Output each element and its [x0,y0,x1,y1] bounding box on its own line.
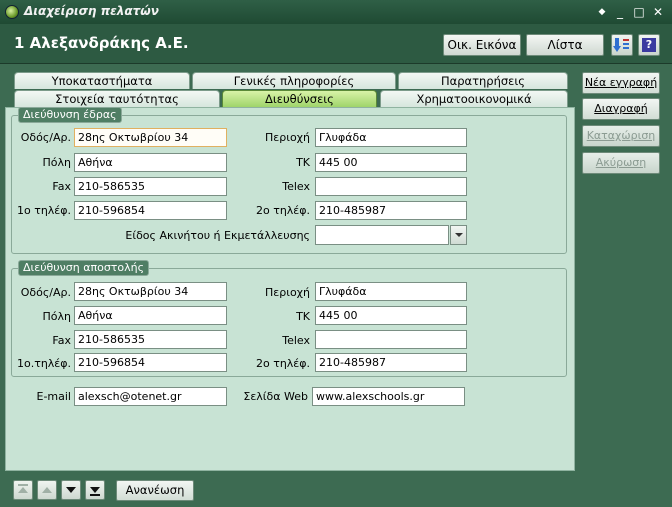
ship-street-field[interactable]: 28ης Οκτωβρίου 34 [74,282,227,301]
email-field[interactable]: alexsch@otenet.gr [74,387,227,406]
property-type-label: Είδος Ακινήτου ή Εκμετάλλευσης [125,229,310,242]
ship-telex-label: Telex [282,334,310,347]
new-record-button[interactable]: Νέα εγγραφή [582,72,660,94]
hq-telex-label: Telex [282,180,310,193]
app-icon [5,5,19,19]
ship-fax-field[interactable]: 210-586535 [74,330,227,349]
hq-street-field[interactable]: 28ης Οκτωβρίου 34 [74,128,227,147]
cancel-button[interactable]: Ακύρωση [582,152,660,174]
hq-city-label: Πόλη [42,156,71,169]
tab-notes[interactable]: Παρατηρήσεις [398,72,568,89]
hq-phone1-label: 1ο τηλέφ. [16,204,71,217]
close-icon[interactable]: ✕ [650,4,666,20]
list-button[interactable]: Λίστα [526,34,604,56]
maximize-icon[interactable]: □ [631,4,647,20]
ship-fax-label: Fax [52,334,71,347]
sort-icon[interactable] [611,34,633,56]
property-type-dropdown-button[interactable] [450,225,467,245]
ship-zip-label: ΤΚ [296,310,310,323]
hq-phone2-label: 2ο τηλέφ. [255,204,310,217]
hq-address-legend: Διεύθυνση έδρας [18,107,122,123]
hq-street-label: Οδός/Αρ. [20,131,71,144]
hq-zip-label: ΤΚ [296,156,310,169]
minimize-icon[interactable]: _ [612,4,628,20]
ship-phone1-field[interactable]: 210-596854 [74,353,227,372]
hq-area-field[interactable]: Γλυφάδα [315,128,467,147]
hq-area-label: Περιοχή [265,131,310,144]
record-header: 1 Αλεξανδράκης Α.Ε. Οικ. Εικόνα Λίστα ? [0,24,672,64]
ship-city-label: Πόλη [42,310,71,323]
hq-telex-field[interactable] [315,177,467,196]
delete-button[interactable]: Διαγραφή [582,98,660,120]
tab-general-info[interactable]: Γενικές πληροφορίες [192,72,396,89]
record-title: 1 Αλεξανδράκης Α.Ε. [14,34,189,52]
previous-record-button[interactable] [37,480,57,500]
photo-button[interactable]: Οικ. Εικόνα [443,34,521,56]
window-title: Διαχείριση πελατών [24,4,159,18]
ship-city-field[interactable]: Αθήνα [74,306,227,325]
tab-addresses[interactable]: Διευθύνσεις [222,90,377,107]
pin-icon[interactable]: ◆ [594,4,610,20]
property-type-select[interactable] [315,225,449,245]
hq-zip-field[interactable]: 445 00 [315,153,467,172]
first-record-button[interactable] [13,480,33,500]
ship-telex-field[interactable] [315,330,467,349]
hq-phone2-field[interactable]: 210-485987 [315,201,467,220]
help-icon[interactable]: ? [638,34,660,56]
last-record-button[interactable] [85,480,105,500]
title-bar: Διαχείριση πελατών ◆ _ □ ✕ [0,0,672,24]
refresh-button[interactable]: Ανανέωση [116,480,194,501]
hq-phone1-field[interactable]: 210-596854 [74,201,227,220]
ship-street-label: Οδός/Αρ. [20,286,71,299]
website-label: Σελίδα Web [243,390,308,403]
shipping-address-legend: Διεύθυνση αποστολής [18,260,150,276]
website-field[interactable]: www.alexschools.gr [312,387,465,406]
next-record-button[interactable] [61,480,81,500]
tab-branches[interactable]: Υποκαταστήματα [14,72,190,89]
tab-identity[interactable]: Στοιχεία ταυτότητας [14,90,220,107]
hq-fax-field[interactable]: 210-586535 [74,177,227,196]
hq-city-field[interactable]: Αθήνα [74,153,227,172]
hq-fax-label: Fax [52,180,71,193]
email-label: E-mail [36,390,72,403]
help-icon-glyph: ? [642,38,656,52]
ship-zip-field[interactable]: 445 00 [315,306,467,325]
tab-financial[interactable]: Χρηματοοικονομικά [380,90,568,107]
ship-phone2-field[interactable]: 210-485987 [315,353,467,372]
ship-phone1-label: 1ο.τηλέφ. [16,357,71,370]
ship-phone2-label: 2ο τηλέφ. [255,357,310,370]
ship-area-field[interactable]: Γλυφάδα [315,282,467,301]
ship-area-label: Περιοχή [265,286,310,299]
save-button[interactable]: Καταχώριση [582,125,660,147]
